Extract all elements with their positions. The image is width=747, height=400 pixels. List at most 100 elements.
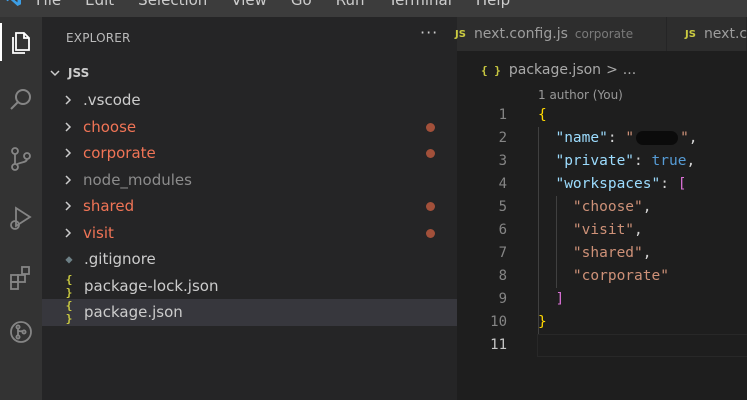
line-number: 10 <box>490 314 507 330</box>
tree-item-corporate[interactable]: corporate <box>42 140 457 167</box>
code-line[interactable]: 7 "shared", <box>457 242 747 265</box>
code-token: , <box>642 199 652 215</box>
line-number: 4 <box>498 176 507 192</box>
explorer-icon[interactable] <box>0 21 42 63</box>
code-line[interactable]: 4 "workspaces": [ <box>457 173 747 196</box>
tree-item-shared[interactable]: shared <box>42 193 457 220</box>
json-file-icon: { } <box>65 299 73 326</box>
modified-dot-icon <box>426 202 435 211</box>
breadcrumb-more[interactable]: ... <box>623 62 636 78</box>
code-token: } <box>538 314 547 330</box>
code-line[interactable]: 1{ <box>457 104 747 127</box>
js-file-icon: JS <box>685 28 696 40</box>
line-number: 2 <box>498 130 507 146</box>
code-line[interactable]: 2 "name": " ", <box>457 127 747 150</box>
code-token: "choose" <box>572 199 643 215</box>
chevron-down-icon <box>50 70 60 77</box>
menu-item-terminal[interactable]: Terminal <box>389 0 452 9</box>
editor-tabs: JS next.config.js corporate JS next.c <box>455 17 747 51</box>
run-debug-icon[interactable] <box>0 197 42 239</box>
menu-item-go[interactable]: Go <box>291 0 312 9</box>
code-token: , <box>686 153 696 169</box>
code-editor[interactable]: 1{2 "name": " ", 3 "private": true, 4 "work… <box>457 104 747 357</box>
code-token: " <box>625 130 635 146</box>
explorer-sidebar: EXPLORER ··· JSS .vscode choose corporate n… <box>42 17 457 400</box>
chevron-right-icon <box>65 148 72 158</box>
code-token: : <box>634 153 652 169</box>
code-token: "workspaces" <box>555 176 661 192</box>
line-content: "visit", <box>538 219 643 242</box>
file-tree: .vscode choose corporate node_modules shared… <box>42 87 457 326</box>
line-number: 5 <box>498 199 507 215</box>
line-content: { <box>538 104 547 127</box>
menu-item-help[interactable]: Help <box>476 0 510 9</box>
current-line-highlight <box>537 334 747 357</box>
more-actions-icon[interactable]: ··· <box>420 23 438 42</box>
code-token: "corporate" <box>572 268 669 284</box>
modified-dot-icon <box>426 149 435 158</box>
tree-item-choose[interactable]: choose <box>42 114 457 141</box>
code-line[interactable]: 9 ] <box>457 288 747 311</box>
code-token: : <box>607 130 626 146</box>
tree-item-package-lock-json[interactable]: { } package-lock.json <box>42 273 457 300</box>
remote-icon[interactable] <box>0 311 42 353</box>
search-icon[interactable] <box>0 79 42 121</box>
code-line[interactable]: 6 "visit", <box>457 219 747 242</box>
menu-item-run[interactable]: Run <box>336 0 365 9</box>
tree-item-visit[interactable]: visit <box>42 220 457 247</box>
source-control-icon[interactable] <box>0 138 42 180</box>
line-content: ] <box>538 288 564 311</box>
code-token: true <box>651 153 687 169</box>
tree-item-label: package.json <box>84 303 183 322</box>
menu-item-file[interactable]: File <box>36 0 61 9</box>
code-line[interactable]: 11 <box>457 334 747 357</box>
line-number: 9 <box>498 291 507 307</box>
breadcrumb-file[interactable]: package.json <box>509 62 601 78</box>
menu-item-selection[interactable]: Selection <box>138 0 207 9</box>
menu-item-edit[interactable]: Edit <box>85 0 114 9</box>
tab-label: next.config.js <box>473 26 568 42</box>
activity-bar <box>0 17 42 400</box>
json-file-icon: { } <box>65 272 73 299</box>
code-line[interactable]: 5 "choose", <box>457 196 747 219</box>
code-token: , <box>688 130 698 146</box>
code-token: [ <box>677 176 687 192</box>
tree-item-gitignore[interactable]: ◆ .gitignore <box>42 246 457 273</box>
line-content: "name": " ", <box>538 127 698 150</box>
menu-item-view[interactable]: View <box>231 0 267 9</box>
line-number: 7 <box>498 245 507 261</box>
line-number: 3 <box>498 153 507 169</box>
json-file-icon: { } <box>481 63 501 77</box>
tree-item-label: corporate <box>83 144 156 163</box>
code-line[interactable]: 3 "private": true, <box>457 150 747 173</box>
workspace-root[interactable]: JSS <box>48 63 89 83</box>
tree-item-package-json[interactable]: { } package.json <box>42 299 457 326</box>
line-number: 11 <box>490 337 507 353</box>
chevron-right-icon <box>65 201 72 211</box>
extensions-icon[interactable] <box>0 256 42 298</box>
code-line[interactable]: 8 "corporate" <box>457 265 747 288</box>
code-line[interactable]: 10} <box>457 311 747 334</box>
code-token: "visit" <box>572 222 635 238</box>
tab-next-config-corporate[interactable]: JS next.config.js corporate <box>455 17 667 51</box>
code-token: , <box>642 245 652 261</box>
code-token: "shared" <box>572 245 643 261</box>
line-content: } <box>538 311 547 334</box>
tab-next-config[interactable]: JS next.c <box>667 17 747 51</box>
code-token: : <box>660 176 678 192</box>
tree-item-label: visit <box>83 223 114 242</box>
tree-item-vscode[interactable]: .vscode <box>42 87 457 114</box>
tree-item-label: package-lock.json <box>84 276 219 295</box>
git-blame-codelens[interactable]: 1 author (You) <box>538 88 623 102</box>
vscode-logo-icon <box>6 0 21 6</box>
tree-item-label: .vscode <box>83 91 141 110</box>
tree-item-node-modules[interactable]: node_modules <box>42 167 457 194</box>
menu-bar: File Edit Selection View Go Run Terminal Help <box>0 0 747 17</box>
code-token: ] <box>555 291 565 307</box>
code-token: "name" <box>555 130 608 146</box>
